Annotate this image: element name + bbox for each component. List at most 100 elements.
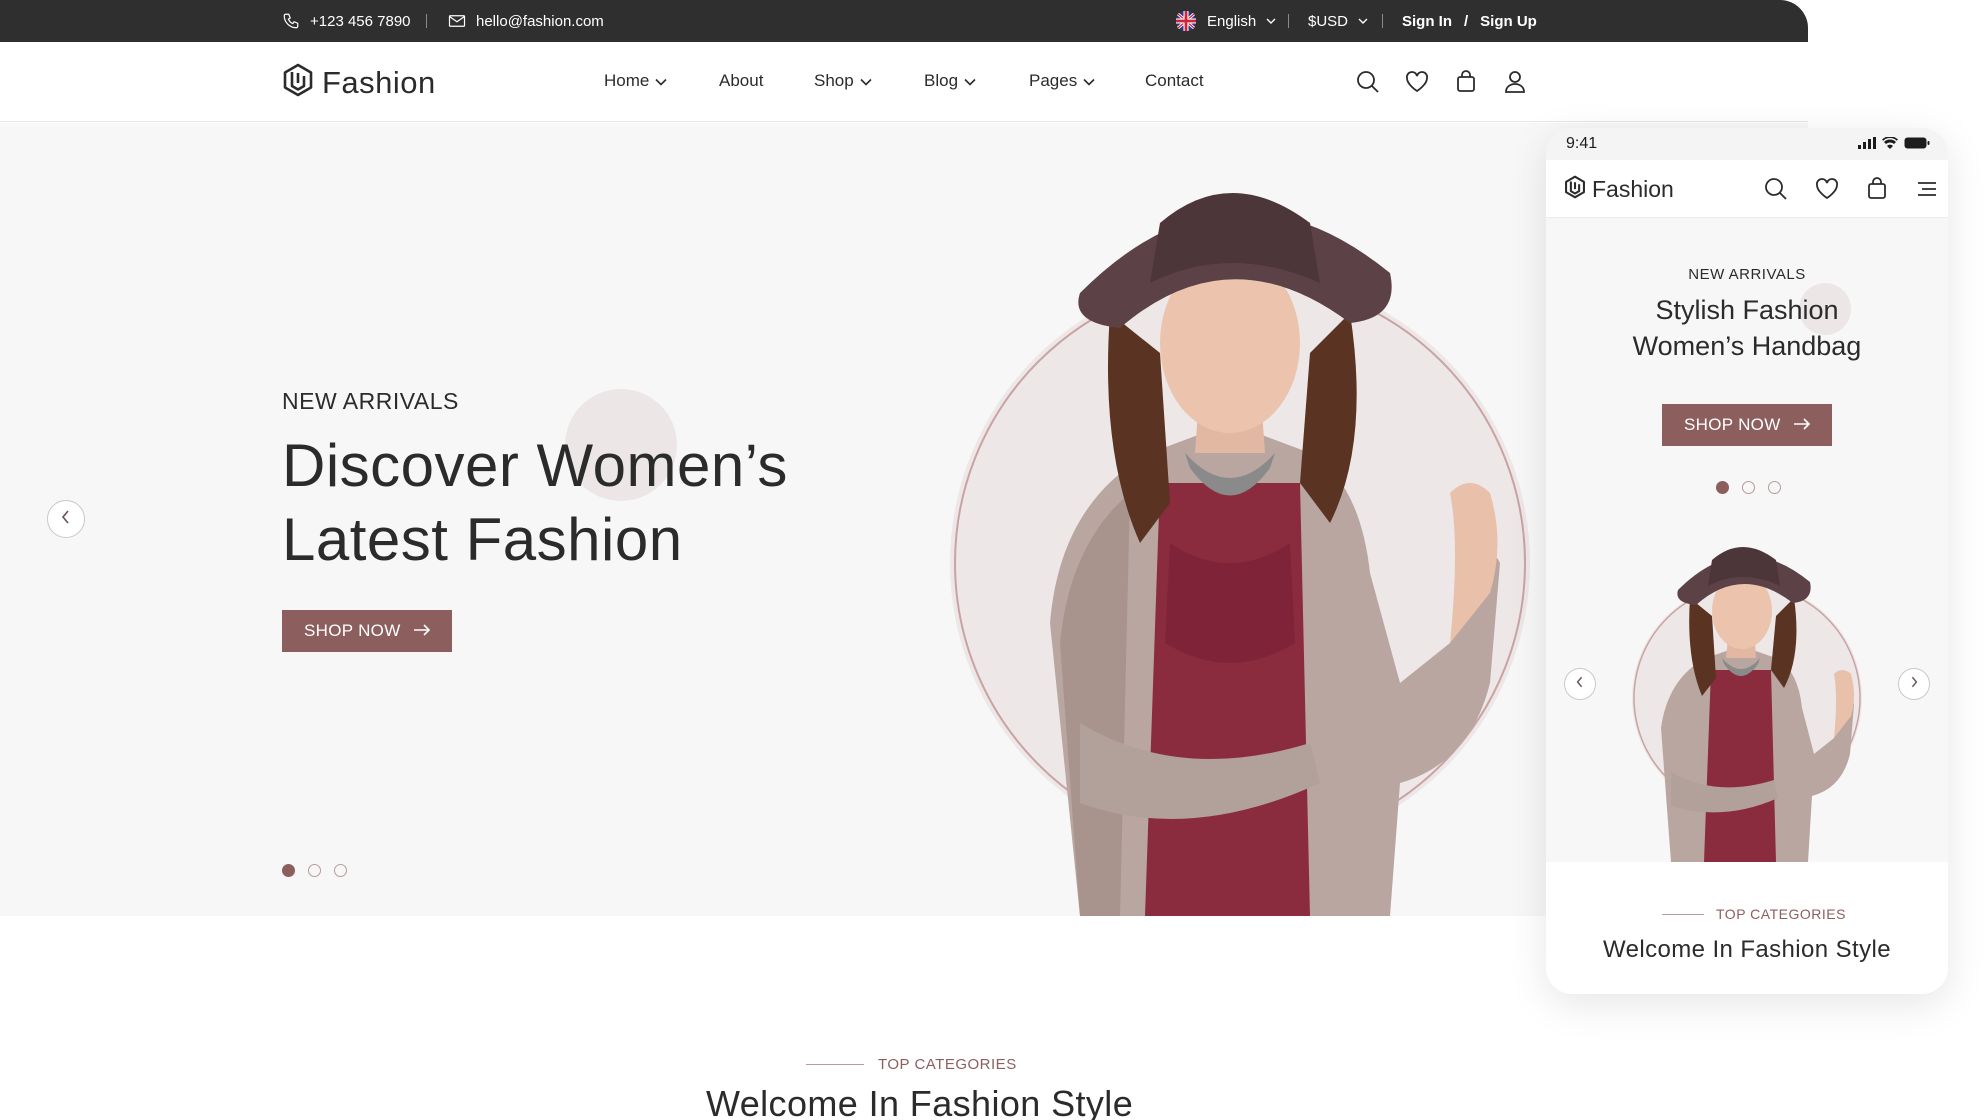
- hero-model-image: [950, 193, 1530, 916]
- nav-label: Home: [604, 71, 650, 90]
- chevron-down-icon: [1358, 17, 1368, 25]
- mobile-slider-prev-button[interactable]: [1564, 668, 1596, 700]
- mobile-categories-title: Welcome In Fashion Style: [1603, 936, 1891, 963]
- auth-links: Sign In / Sign Up: [1402, 0, 1537, 42]
- mobile-header: Fashion: [1546, 160, 1948, 218]
- signal-icon: [1858, 136, 1876, 154]
- divider-line: [1662, 913, 1704, 915]
- shop-now-button[interactable]: SHOP NOW: [282, 610, 452, 652]
- divider: [1382, 14, 1383, 28]
- mobile-slider-next-button[interactable]: [1898, 668, 1930, 700]
- brand-logo[interactable]: Fashion: [282, 63, 436, 102]
- main-header: Fashion Home About Shop Blog Pages Conta…: [0, 42, 1808, 122]
- heart-icon[interactable]: [1814, 176, 1840, 202]
- slider-prev-button[interactable]: [47, 500, 85, 538]
- button-label: SHOP NOW: [1684, 415, 1781, 434]
- chevron-down-icon: [1266, 17, 1276, 25]
- language-label: English: [1207, 12, 1257, 30]
- mobile-preview: 9:41 Fashion NEW ARRIVALS Stylish Fashio…: [1546, 128, 1948, 994]
- categories-title: Welcome In Fashion Style: [706, 1083, 1134, 1120]
- divider: [426, 14, 427, 28]
- mobile-categories-eyebrow: TOP CATEGORIES: [1662, 906, 1846, 922]
- categories-eyebrow: TOP CATEGORIES: [806, 1056, 1017, 1073]
- nav-pages[interactable]: Pages: [1029, 71, 1095, 91]
- email-address: hello@fashion.com: [476, 12, 604, 30]
- hero-eyebrow: NEW ARRIVALS: [282, 388, 459, 414]
- nav-contact[interactable]: Contact: [1145, 71, 1204, 91]
- nav-about[interactable]: About: [719, 71, 763, 91]
- menu-icon[interactable]: [1914, 176, 1940, 202]
- logo-icon: [1564, 175, 1586, 204]
- logo-icon: [282, 63, 314, 102]
- slider-dots: [282, 864, 347, 877]
- divider-line: [806, 1064, 864, 1065]
- status-icons: [1858, 136, 1930, 154]
- search-icon[interactable]: [1355, 69, 1381, 95]
- divider: [1288, 14, 1289, 28]
- status-time: 9:41: [1566, 135, 1598, 152]
- sign-in-link[interactable]: Sign In: [1402, 13, 1452, 30]
- contact-email[interactable]: hello@fashion.com: [448, 0, 604, 42]
- mobile-shop-now-button[interactable]: SHOP NOW: [1662, 404, 1832, 446]
- title-line: Stylish Fashion: [1655, 295, 1839, 325]
- sign-up-link[interactable]: Sign Up: [1480, 13, 1537, 30]
- contact-phone[interactable]: +123 456 7890: [282, 0, 411, 42]
- hero-headline: Discover Women’s Latest Fashion: [282, 429, 922, 577]
- hero-slider: NEW ARRIVALS Discover Women’s Latest Fas…: [0, 123, 1808, 916]
- nav-blog[interactable]: Blog: [924, 71, 976, 91]
- mobile-slider-dots: [1716, 481, 1781, 494]
- mobile-hero-eyebrow: NEW ARRIVALS: [1688, 266, 1806, 283]
- auth-separator: /: [1464, 12, 1469, 30]
- slider-dot-2[interactable]: [308, 864, 321, 877]
- wifi-icon: [1882, 136, 1898, 154]
- top-bar: +123 456 7890 hello@fashion.com English …: [0, 0, 1808, 42]
- currency-select[interactable]: $USD: [1308, 0, 1368, 42]
- currency-label: $USD: [1308, 12, 1349, 30]
- battery-icon: [1904, 136, 1930, 154]
- chevron-down-icon: [655, 71, 667, 91]
- mobile-hero-title: Stylish Fashion Women’s Handbag: [1546, 292, 1948, 364]
- chevron-left-icon: [61, 509, 71, 529]
- mobile-hero: NEW ARRIVALS Stylish Fashion Women’s Han…: [1546, 218, 1948, 862]
- language-select[interactable]: English: [1175, 0, 1276, 42]
- title-line: Women’s Handbag: [1632, 331, 1862, 361]
- bag-icon[interactable]: [1453, 69, 1479, 95]
- chevron-right-icon: [1910, 675, 1918, 693]
- arrow-right-icon: [413, 621, 431, 641]
- nav-shop[interactable]: Shop: [814, 71, 872, 91]
- phone-icon: [282, 12, 300, 30]
- nav-label: About: [719, 71, 764, 90]
- nav-label: Contact: [1145, 71, 1204, 90]
- slider-dot-3[interactable]: [1768, 481, 1781, 494]
- brand-name: Fashion: [322, 64, 436, 100]
- heart-icon[interactable]: [1404, 69, 1430, 95]
- mail-icon: [448, 13, 466, 29]
- slider-dot-2[interactable]: [1742, 481, 1755, 494]
- slider-dot-3[interactable]: [334, 864, 347, 877]
- categories-eyebrow-label: TOP CATEGORIES: [1716, 906, 1846, 922]
- chevron-left-icon: [1576, 675, 1584, 693]
- headline-line: Discover Women’s: [282, 432, 788, 499]
- chevron-down-icon: [964, 71, 976, 91]
- nav-label: Blog: [924, 71, 959, 90]
- slider-dot-1[interactable]: [1716, 481, 1729, 494]
- phone-number: +123 456 7890: [310, 12, 411, 30]
- mobile-brand-logo[interactable]: Fashion: [1564, 175, 1674, 204]
- nav-label: Pages: [1029, 71, 1078, 90]
- arrow-right-icon: [1793, 415, 1811, 435]
- slider-dot-1[interactable]: [282, 864, 295, 877]
- brand-name: Fashion: [1592, 176, 1674, 202]
- nav-label: Shop: [814, 71, 854, 90]
- nav-home[interactable]: Home: [604, 71, 667, 91]
- bag-icon[interactable]: [1864, 176, 1890, 202]
- mobile-model-image: [1632, 547, 1862, 862]
- headline-line: Latest Fashion: [282, 506, 683, 573]
- chevron-down-icon: [860, 71, 872, 91]
- status-bar: 9:41: [1546, 128, 1948, 160]
- uk-flag-icon: [1175, 10, 1197, 32]
- categories-eyebrow-label: TOP CATEGORIES: [878, 1056, 1017, 1073]
- search-icon[interactable]: [1763, 176, 1789, 202]
- button-label: SHOP NOW: [304, 621, 401, 640]
- user-icon[interactable]: [1502, 69, 1528, 95]
- chevron-down-icon: [1083, 71, 1095, 91]
